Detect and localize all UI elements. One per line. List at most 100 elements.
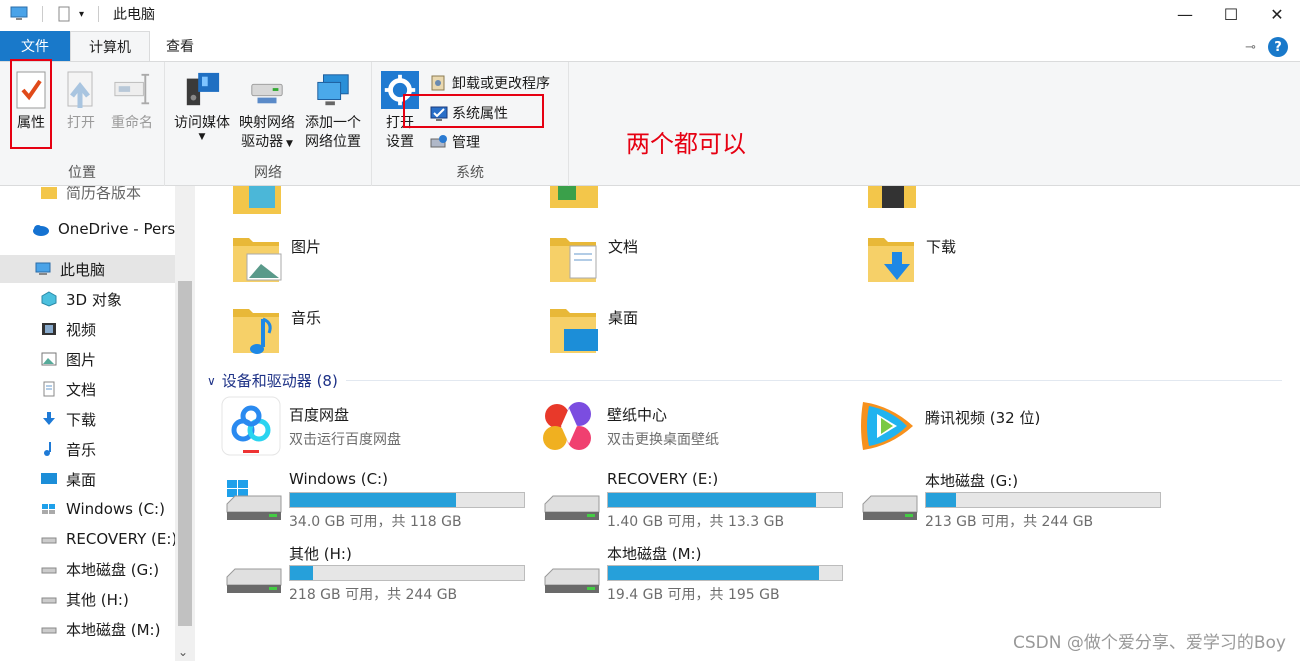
divider [345, 380, 1282, 381]
network-group: 访问媒体 ▼ 映射网络 驱动器 ▼ 添加一个 网络位置 网络 [165, 62, 372, 186]
open-settings-label-2: 设置 [386, 134, 414, 150]
manage-button[interactable]: 管理 [430, 131, 480, 153]
drive-item[interactable]: 本地磁盘 (G:) 213 GB 可用，共 244 GB [861, 470, 1161, 531]
nav-item-onedrive[interactable]: OneDrive - Perso [0, 215, 175, 243]
drive-usage-bar [925, 492, 1161, 508]
drive-free-space: 218 GB 可用，共 244 GB [289, 587, 458, 603]
drive-icon [41, 567, 57, 574]
music-icon [44, 442, 51, 456]
cloud-icon [33, 225, 49, 236]
nav-item[interactable]: 音乐 [0, 435, 175, 463]
folder-label: 桌面 [608, 309, 639, 327]
map-network-drive-button[interactable]: 映射网络 驱动器 ▼ [235, 70, 299, 154]
pin-ribbon-icon[interactable]: ⊸ [1245, 40, 1256, 55]
folder-icon [233, 309, 279, 354]
folder-item[interactable]: 音乐 [233, 303, 321, 355]
drive-info: Windows (C:) 34.0 GB 可用，共 118 GB [289, 470, 525, 531]
folder-label: 音乐 [291, 309, 322, 327]
title-bar: ▾ 此电脑 — ☐ ✕ [0, 0, 1300, 28]
open-button[interactable]: 打开 [60, 70, 102, 133]
baidu-netdisk-icon [221, 396, 281, 456]
drive-usage-bar [607, 565, 843, 581]
access-media-button[interactable]: 访问媒体 ▼ [171, 70, 233, 142]
drive-item[interactable]: Windows (C:) 34.0 GB 可用，共 118 GB [225, 470, 525, 531]
tab-computer[interactable]: 计算机 [70, 31, 150, 61]
uninstall-program-button[interactable]: 卸载或更改程序 [430, 72, 550, 94]
nav-item-partial[interactable]: 简历各版本 [0, 186, 175, 206]
rename-button[interactable]: 重命名 [106, 70, 158, 133]
open-label: 打开 [67, 115, 95, 131]
scroll-down-icon[interactable]: ⌄ [178, 645, 188, 659]
tab-view[interactable]: 查看 [150, 31, 210, 61]
drive-usage-bar [289, 492, 525, 508]
help-button[interactable]: ? [1268, 37, 1288, 57]
video-icon [42, 323, 56, 335]
nav-item[interactable]: Windows (C:) [0, 495, 175, 523]
app-baidu-netdisk[interactable]: 百度网盘 双击运行百度网盘 [221, 396, 401, 456]
drive-usage-bar [289, 565, 525, 581]
folder-icon [868, 238, 914, 282]
nav-label: 3D 对象 [66, 290, 122, 309]
map-drive-label-1: 映射网络 [239, 115, 295, 131]
nav-label: 本地磁盘 (M:) [66, 620, 161, 639]
folder-item[interactable]: 桌面 [550, 303, 638, 355]
app-name: 百度网盘 [289, 405, 350, 424]
quick-access-icon[interactable] [57, 6, 71, 22]
minimize-button[interactable]: — [1162, 0, 1208, 28]
drive-icon [41, 537, 57, 544]
customize-toolbar-dropdown[interactable]: ▾ [79, 9, 84, 20]
devices-section-header[interactable]: ∨ 设备和驱动器 (8) [207, 370, 1282, 391]
3d-objects-icon [41, 291, 57, 307]
manage-label: 管理 [452, 135, 480, 151]
drive-name: 本地磁盘 (M:) [607, 545, 702, 563]
app-tencent-video[interactable]: 腾讯视频 (32 位) [857, 398, 1040, 454]
nav-item[interactable]: 本地磁盘 (M:) [0, 615, 175, 643]
nav-item[interactable]: RECOVERY (E:) [0, 525, 175, 553]
nav-item[interactable]: 3D 对象 [0, 285, 175, 313]
drive-name: Windows (C:) [289, 470, 388, 488]
computer-icon [35, 262, 51, 275]
tencent-video-icon [861, 402, 913, 450]
chevron-down-icon: ∨ [207, 373, 216, 388]
drive-info: RECOVERY (E:) 1.40 GB 可用，共 13.3 GB [607, 470, 843, 531]
download-icon [43, 412, 55, 425]
add-location-label-2: 网络位置 [305, 134, 361, 150]
nav-item[interactable]: 下载 [0, 405, 175, 433]
nav-label: 视频 [66, 320, 97, 339]
hard-drive-icon [226, 568, 282, 593]
folder-label: 下载 [926, 238, 957, 256]
drive-item[interactable]: RECOVERY (E:) 1.40 GB 可用，共 13.3 GB [543, 470, 843, 531]
folder-item[interactable]: 下载 [868, 232, 956, 284]
nav-item-this-pc[interactable]: 此电脑 [0, 255, 175, 283]
drive-item[interactable]: 其他 (H:) 218 GB 可用，共 244 GB [225, 543, 525, 604]
nav-scrollbar[interactable]: ⌄ [175, 186, 195, 661]
nav-item[interactable]: 文档 [0, 375, 175, 403]
folder-icon [868, 186, 916, 208]
watermark: CSDN @做个爱分享、爱学习的Boy [1013, 633, 1286, 653]
rename-icon [113, 70, 151, 110]
app-wallpaper-center[interactable]: 壁纸中心 双击更换桌面壁纸 [539, 396, 719, 456]
nav-item[interactable]: 图片 [0, 345, 175, 373]
map-drive-label-2-row: 驱动器 ▼ [241, 133, 293, 154]
tab-file[interactable]: 文件 [0, 31, 70, 61]
nav-item[interactable]: 其他 (H:) [0, 585, 175, 613]
wallpaper-center-icon [543, 402, 591, 450]
maximize-button[interactable]: ☐ [1208, 0, 1254, 28]
app-name: 腾讯视频 (32 位) [925, 408, 1041, 427]
hard-drive-icon [862, 495, 918, 520]
add-network-location-button[interactable]: 添加一个 网络位置 [301, 70, 365, 152]
nav-item[interactable]: 桌面 [0, 465, 175, 493]
drive-free-space: 34.0 GB 可用，共 118 GB [289, 514, 462, 530]
folder-item[interactable]: 图片 [233, 232, 321, 284]
close-button[interactable]: ✕ [1254, 0, 1300, 28]
folder-item[interactable]: 文档 [550, 232, 638, 284]
media-icon [183, 70, 221, 110]
nav-item[interactable]: 本地磁盘 (G:) [0, 555, 175, 583]
drive-item[interactable]: 本地磁盘 (M:) 19.4 GB 可用，共 195 GB [543, 543, 843, 604]
folder-icon [41, 187, 57, 199]
network-group-label: 网络 [254, 165, 282, 181]
pictures-icon [41, 352, 57, 366]
folder-icon [550, 186, 598, 208]
nav-item[interactable]: 视频 [0, 315, 175, 343]
scrollbar-thumb[interactable] [178, 281, 192, 626]
